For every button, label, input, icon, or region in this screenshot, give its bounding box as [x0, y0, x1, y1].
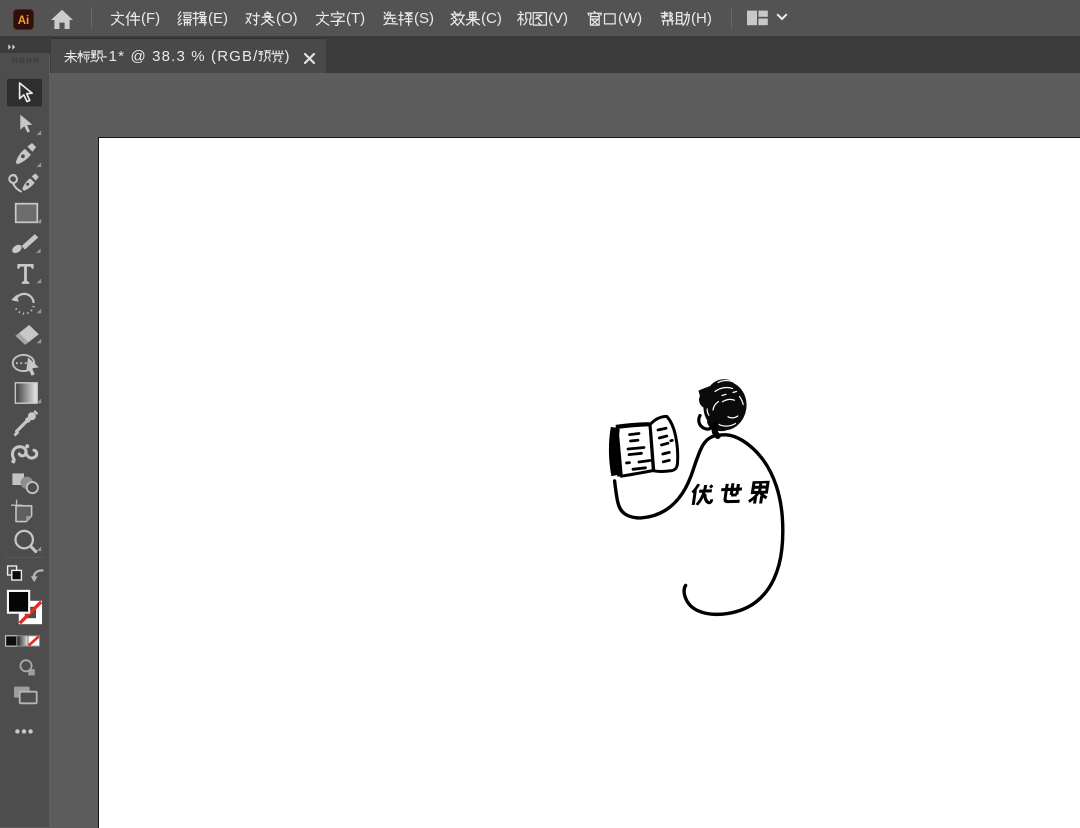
- svg-text:Ai: Ai: [18, 15, 30, 27]
